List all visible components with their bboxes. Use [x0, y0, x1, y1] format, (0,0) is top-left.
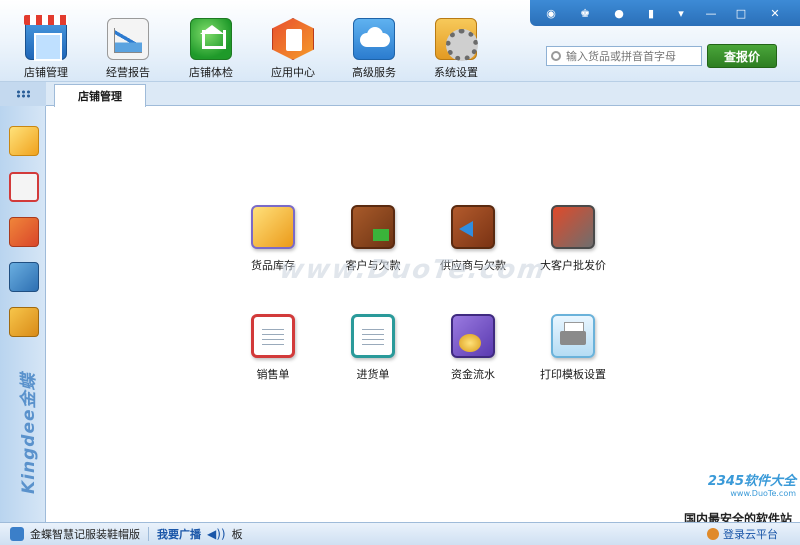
func-sales-order[interactable]: 销售单 [223, 314, 323, 394]
contacts-icon[interactable] [9, 217, 39, 247]
inventory-boxes-icon [251, 205, 295, 249]
settings-gear-icon [435, 18, 478, 61]
corner-watermark: 2345软件大全 www.DuoTe.com [646, 470, 796, 498]
func-label: 打印模板设置 [540, 368, 606, 381]
func-label: 销售单 [256, 368, 290, 381]
skin-icon[interactable]: ◉ [540, 4, 562, 22]
toolbar-store-management[interactable]: 店铺管理 [18, 15, 74, 80]
customer-debt-icon [351, 205, 395, 249]
all-modules-button[interactable] [0, 82, 46, 106]
search-icon [551, 51, 561, 61]
close-button[interactable]: ✕ [764, 4, 786, 22]
storefront-icon [24, 15, 68, 61]
func-label: 大客户批发价 [540, 259, 606, 272]
corner-watermark-title: 2345软件大全 [707, 474, 796, 489]
toolbar-label: 店铺体检 [189, 66, 233, 79]
cash-flow-icon [451, 314, 495, 358]
toolbar-advanced-service[interactable]: 高级服务 [346, 18, 402, 80]
toolbar-store-checkup[interactable]: 店铺体检 [183, 18, 239, 80]
account-icon[interactable]: ♚ [574, 4, 596, 22]
left-sidebar: Kingdee金蝶 [0, 106, 46, 522]
supplier-debt-icon [451, 205, 495, 249]
func-cash-flow[interactable]: 资金流水 [423, 314, 523, 394]
main-content: 货品库存 客户与欠款 供应商与欠款 大客户批发价 销售单 进货单 资金流水 打印… [47, 107, 800, 522]
broadcast-ticker: 板 [231, 528, 243, 541]
app-logo-icon [10, 527, 24, 541]
product-search-field[interactable] [546, 46, 702, 66]
broadcast-link[interactable]: 我要广播 [157, 526, 201, 542]
toolbar-label: 系统设置 [434, 66, 478, 79]
purchase-order-icon [351, 314, 395, 358]
report-chart-icon [107, 18, 149, 60]
divider [148, 527, 149, 541]
cloud-login-button[interactable]: 登录云平台 [707, 526, 778, 542]
status-bar: 金蝶智慧记服装鞋帽版 我要广播 ◀)) 板 登录云平台 [0, 522, 800, 545]
notebook-icon[interactable] [9, 307, 39, 337]
site-watermark: www.DuoTe.com [277, 255, 549, 285]
health-check-icon [190, 18, 232, 60]
toolbar-label: 应用中心 [271, 66, 315, 79]
goods-icon[interactable] [9, 126, 39, 156]
tab-store-management[interactable]: 店铺管理 [54, 84, 146, 107]
toolbar-system-settings[interactable]: 系统设置 [428, 18, 484, 80]
sales-order-icon [251, 314, 295, 358]
toolbar-label: 经营报告 [106, 66, 150, 79]
func-purchase-order[interactable]: 进货单 [323, 314, 423, 394]
minimize-button[interactable]: — [700, 4, 722, 22]
top-toolbar: 店铺管理 经营报告 店铺体检 应用中心 高级服务 系统设置 ◉ ♚ ● ▮ ▾ … [0, 0, 800, 82]
photo-icon[interactable] [9, 262, 39, 292]
maximize-button[interactable]: □ [730, 4, 752, 22]
price-tag-icon [551, 205, 595, 249]
kingdee-brand-logo: Kingdee金蝶 [19, 372, 39, 494]
func-label: 资金流水 [451, 368, 495, 381]
func-print-template[interactable]: 打印模板设置 [523, 314, 623, 394]
user-icon [707, 528, 719, 540]
calendar-icon[interactable] [9, 172, 39, 202]
message-icon[interactable]: ● [608, 4, 630, 22]
cloud-login-label: 登录云平台 [723, 528, 778, 541]
gift-icon[interactable]: ▮ [640, 4, 662, 22]
printer-icon [551, 314, 595, 358]
check-price-button[interactable]: 查报价 [707, 44, 777, 68]
func-label: 进货单 [356, 368, 390, 381]
toolbar-business-report[interactable]: 经营报告 [100, 18, 156, 80]
toolbar-label: 高级服务 [352, 66, 396, 79]
cloud-service-icon [353, 18, 395, 60]
edition-label: 金蝶智慧记服装鞋帽版 [30, 528, 140, 541]
app-center-icon [272, 18, 314, 60]
speaker-icon[interactable]: ◀)) [207, 527, 226, 541]
toolbar-app-center[interactable]: 应用中心 [265, 18, 321, 80]
grid-icon [16, 90, 30, 98]
window-control-strip [530, 0, 800, 26]
corner-watermark-url: www.DuoTe.com [730, 489, 796, 498]
toolbar-label: 店铺管理 [24, 66, 68, 79]
search-input[interactable] [566, 49, 696, 63]
menu-dropdown-icon[interactable]: ▾ [670, 4, 692, 22]
